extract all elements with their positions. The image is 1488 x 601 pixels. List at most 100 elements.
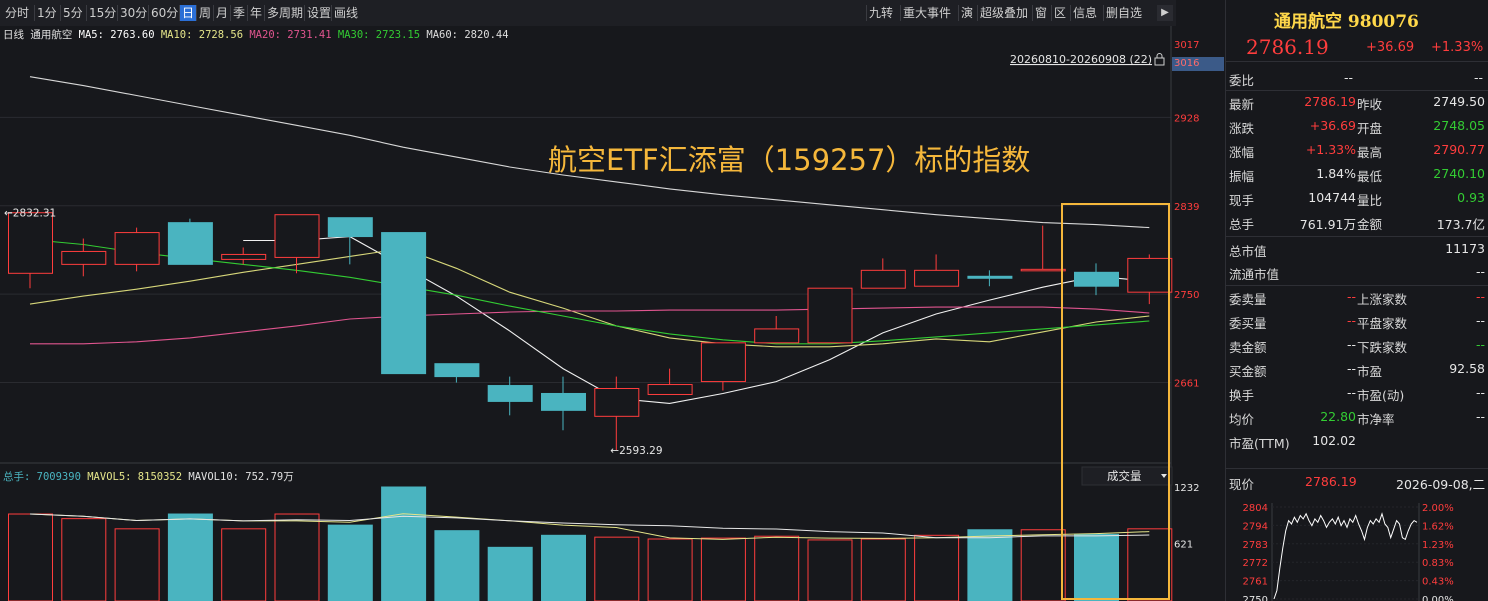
tool-button-1[interactable]: 重大事件 [900,5,956,21]
ma-legend-item-0: MA5: 2763.60 [79,29,155,41]
period-tab-0[interactable]: 分时 [3,5,34,21]
range-label[interactable]: 20260810-20260908 (22) [1010,53,1152,66]
period-tab-12[interactable]: 设置 [304,5,331,21]
period-tab-11[interactable]: 多周期 [264,5,304,21]
current-date: 2026-09-08,二 [1396,477,1486,492]
mini-right-tick-1: 1.62% [1422,521,1454,532]
quote-detail-row-4: 现手 104744 量比 0.93 [1226,186,1488,210]
quote-stat-value: 22.80 [1320,409,1356,424]
mini-right-tick-0: 2.00% [1422,503,1454,514]
period-tab-5[interactable]: 60分 [148,5,179,21]
candle-body [434,363,480,378]
quote-stat-value: 102.02 [1312,433,1356,448]
quote-detail-value-2: 2790.77 [1433,142,1485,157]
wei-bi-value: -- [1344,70,1354,85]
mini-left-tick-2: 2783 [1243,540,1268,551]
mini-right-tick-2: 1.23% [1422,540,1454,551]
wei-bi-value-2: -- [1474,70,1484,85]
period-tab-1[interactable]: 1分 [34,5,60,21]
quote-detail-value-2: 173.7亿 [1436,217,1485,232]
candle-body [61,250,107,265]
quote-stat-value: -- [1346,385,1356,400]
candle-body [647,384,693,395]
quote-detail-label: 涨跌 [1229,121,1255,136]
volume-bar-17 [914,534,960,601]
quote-stat-label-2: 市净率 [1357,412,1395,427]
tool-button-3[interactable]: 超级叠加 [977,5,1030,21]
volume-bar-15 [807,539,853,601]
quote-stat-value-2: -- [1475,289,1485,304]
candle-body [914,269,960,287]
quote-detail-row-5: 总手 761.91万 金额 173.7亿 [1226,210,1488,234]
quote-detail-value: +1.33% [1305,142,1356,157]
quote-stat-row-1: 委买量 -- 平盘家数 -- [1226,309,1488,333]
quote-detail-value-2: 0.93 [1457,190,1485,205]
quote-change: +36.69 [1366,40,1415,55]
candle-body [221,253,267,260]
quote-price-row: 2786.19 +36.69 +1.33% [1226,33,1488,62]
mini-left-tick-5: 2750 [1243,595,1268,601]
volume-bar-6 [327,524,373,601]
tool-button-7[interactable]: 删自选 [1103,5,1153,21]
period-tab-13[interactable]: 画线 [331,5,358,21]
price-tick-5: 2661 [1174,379,1199,390]
quote-stat-label: 均价 [1229,412,1255,427]
tool-button-4[interactable]: 窗 [1032,5,1049,21]
quote-detail-value: 1.84% [1316,166,1356,181]
wei-bi-row: 委比 -- -- [1226,66,1488,91]
period-tab-10[interactable]: 年 [247,5,264,21]
quote-stat-label-2: 上涨家数 [1357,292,1408,307]
candle-body [807,287,853,344]
tool-button-2[interactable]: 演 [958,5,975,21]
period-tab-8[interactable]: 月 [213,5,230,21]
price-tick-3: 2839 [1174,202,1199,213]
volume-mavol5: MAVOL5: 8150352 [87,471,182,483]
candle-body [167,222,213,265]
period-tab-2[interactable]: 5分 [60,5,86,21]
tool-button-6[interactable]: 信息 [1070,5,1101,21]
quote-stat-value-2: -- [1475,313,1485,328]
period-tab-7[interactable]: 周 [196,5,213,21]
quote-stat-label-2: 下跌家数 [1357,340,1408,355]
quote-stat-label: 委卖量 [1229,292,1267,307]
volume-bar-5 [274,513,320,601]
volume-bar-3 [167,513,213,601]
candle-body [700,342,746,383]
volume-bar-20 [1074,533,1119,601]
volume-bar-14 [754,535,800,601]
market-cap-label: 流通市值 [1229,267,1280,282]
period-tab-9[interactable]: 季 [230,5,247,21]
period-tab-3[interactable]: 15分 [86,5,117,21]
tool-button-5[interactable]: 区 [1051,5,1068,21]
volume-bar-12 [647,538,693,601]
collapse-right-icon[interactable]: ▶ [1157,5,1173,21]
quote-stat-label-2: 市盈(动) [1357,388,1405,403]
quote-stat-row-2: 卖金额 -- 下跌家数 -- [1226,333,1488,357]
candle-body [487,385,533,402]
volume-indicator-dropdown[interactable]: 成交量 [1081,466,1173,486]
candle-body [274,214,320,258]
quote-detail-value: 761.91万 [1299,217,1356,232]
ma-legend-period: 日线 [3,28,24,41]
volume-bar-19 [1020,529,1066,601]
tool-button-0[interactable]: 九转 [866,5,898,21]
candle-body [541,392,586,411]
volume-bar-9 [487,546,533,601]
intraday-mini-chart: 2804 2.00% 2794 1.62% 2783 1.23% 2772 0.83% 2761… [1243,503,1454,601]
quote-detail-value: +36.69 [1309,118,1356,133]
quote-stat-value: -- [1346,337,1356,352]
candle-7 [381,232,427,375]
low-label: ←2593.29 [610,445,662,457]
quote-detail-label: 总手 [1229,217,1255,232]
period-tab-6[interactable]: 日 [179,5,196,21]
period-tab-4[interactable]: 30分 [117,5,148,21]
quote-detail-value-2: 2749.50 [1433,94,1485,109]
price-tick-0: 3017 [1174,40,1199,51]
candle-body [1020,268,1066,272]
volume-bar-1 [61,518,107,601]
quote-panel: 通用航空 980076 2786.19 +36.69 +1.33% 委比 -- … [1225,0,1488,601]
volume-total: 总手: 7009390 [3,470,81,483]
candle-body [860,269,906,289]
quote-detail-row-3: 振幅 1.84% 最低 2740.10 [1226,162,1488,186]
quote-stat-value: -- [1346,361,1356,376]
